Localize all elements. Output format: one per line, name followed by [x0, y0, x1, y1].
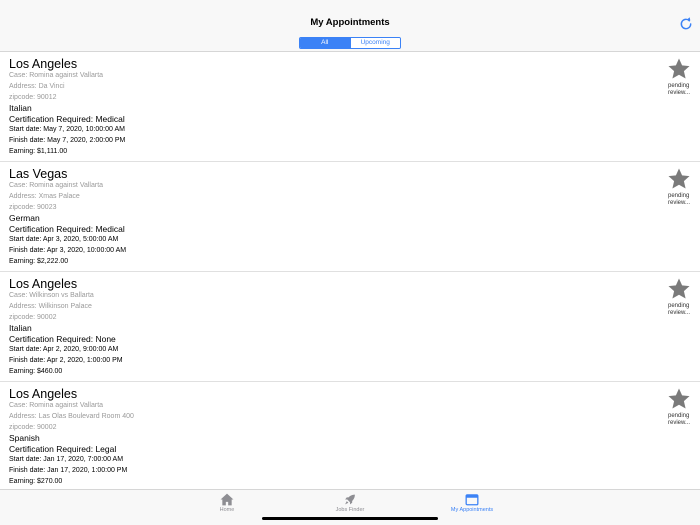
rocket-icon — [345, 494, 355, 505]
appointment-case: Case: Romina against Vallarta — [9, 72, 104, 79]
house-icon — [220, 493, 234, 506]
appointment-language: Italian — [9, 103, 32, 113]
appointment-zipcode: zipcode: 90023 — [9, 204, 57, 211]
appointment-language: Spanish — [9, 433, 40, 443]
status-label: pending review... — [668, 193, 691, 206]
appointment-city: Los Angeles — [9, 387, 78, 401]
appointment-city: Los Angeles — [9, 277, 78, 291]
tab-home[interactable]: Home — [187, 493, 267, 513]
tab-jobs-finder[interactable]: Jobs Finder — [310, 493, 390, 513]
home-indicator — [262, 517, 438, 520]
star-icon[interactable] — [667, 387, 691, 411]
segment-all[interactable]: All — [300, 38, 350, 48]
appointment-card[interactable]: Los Angeles Case: Romina against Vallart… — [0, 382, 700, 492]
segmented-control: All Upcoming — [299, 37, 401, 49]
appointment-address: Address: Wilkinson Palace — [9, 303, 92, 310]
appointment-address: Address: Xmas Palace — [9, 193, 80, 200]
navigation-bar: My Appointments All Upcoming — [0, 0, 700, 52]
appointment-finish-date: Finish date: Apr 2, 2020, 1:00:00 PM — [9, 357, 123, 364]
appointment-case: Case: Romina against Vallarta — [9, 182, 104, 189]
appointment-finish-date: Finish date: May 7, 2020, 2:00:00 PM — [9, 137, 126, 144]
appointment-earning: Earning: $460.00 — [9, 368, 63, 375]
appointment-zipcode: zipcode: 90012 — [9, 94, 57, 101]
refresh-icon[interactable] — [678, 16, 694, 32]
tab-my-appointments-label: My Appointments — [450, 507, 494, 513]
appointment-finish-date: Finish date: Jan 17, 2020, 1:00:00 PM — [9, 467, 128, 474]
appointment-start-date: Start date: Apr 2, 2020, 9:00:00 AM — [9, 346, 119, 353]
appointment-certification: Certification Required: Medical — [9, 114, 125, 124]
appointment-earning: Earning: $1,111.00 — [9, 148, 68, 155]
page-title: My Appointments — [310, 17, 390, 28]
appointment-earning: Earning: $270.00 — [9, 478, 63, 485]
appointment-address: Address: Da Vinci — [9, 83, 65, 90]
appointments-list: Los Angeles Case: Romina against Vallart… — [0, 52, 700, 492]
appointment-certification: Certification Required: Legal — [9, 444, 117, 454]
appointment-start-date: Start date: Apr 3, 2020, 5:00:00 AM — [9, 236, 119, 243]
status-label: pending review... — [668, 303, 691, 316]
appointment-city: Los Angeles — [9, 57, 78, 71]
appointment-zipcode: zipcode: 90002 — [9, 314, 57, 321]
appointment-zipcode: zipcode: 90002 — [9, 424, 57, 431]
tab-my-appointments[interactable]: My Appointments — [432, 493, 512, 513]
appointment-card[interactable]: Los Angeles Case: Romina against Vallart… — [0, 52, 700, 162]
appointment-card[interactable]: Los Angeles Case: Wilkinson vs Ballarta … — [0, 272, 700, 382]
appointment-certification: Certification Required: None — [9, 334, 116, 344]
appointment-start-date: Start date: Jan 17, 2020, 7:00:00 AM — [9, 456, 124, 463]
appointment-start-date: Start date: May 7, 2020, 10:00:00 AM — [9, 126, 125, 133]
appointment-case: Case: Wilkinson vs Ballarta — [9, 292, 94, 299]
status-label: pending review... — [668, 83, 691, 96]
segment-upcoming[interactable]: Upcoming — [349, 38, 400, 48]
star-icon[interactable] — [667, 277, 691, 301]
tab-home-label: Home — [219, 507, 235, 513]
appointment-certification: Certification Required: Medical — [9, 224, 125, 234]
appointment-earning: Earning: $2,222.00 — [9, 258, 69, 265]
tab-jobs-finder-label: Jobs Finder — [335, 507, 365, 513]
appointment-finish-date: Finish date: Apr 3, 2020, 10:00:00 AM — [9, 247, 127, 254]
appointment-city: Las Vegas — [9, 167, 68, 181]
appointment-card[interactable]: Las Vegas Case: Romina against Vallarta … — [0, 162, 700, 272]
appointment-address: Address: Las Olas Boulevard Room 400 — [9, 413, 134, 420]
appointment-case: Case: Romina against Vallarta — [9, 402, 104, 409]
status-label: pending review... — [668, 413, 691, 426]
calendar-icon — [465, 494, 479, 506]
appointment-language: German — [9, 213, 40, 223]
appointment-language: Italian — [9, 323, 32, 333]
star-icon[interactable] — [667, 57, 691, 81]
star-icon[interactable] — [667, 167, 691, 191]
